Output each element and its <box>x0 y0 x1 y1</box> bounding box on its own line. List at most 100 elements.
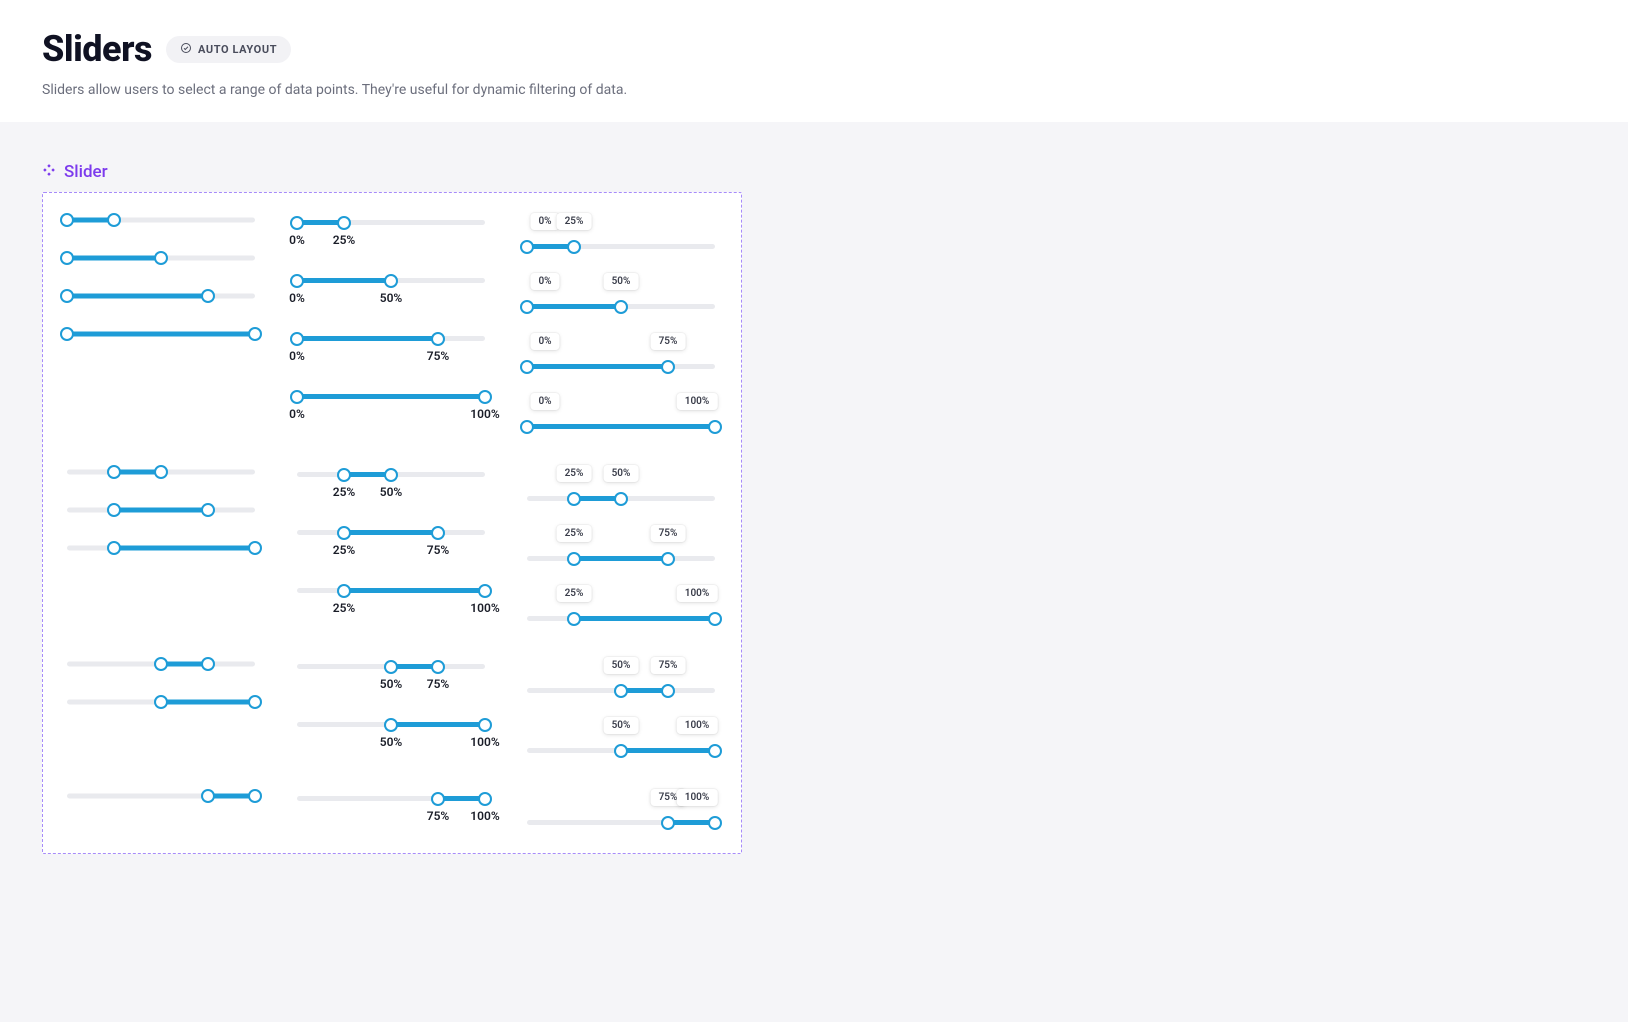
slider-handle-start[interactable] <box>60 213 74 227</box>
slider-handle-start[interactable] <box>567 612 581 626</box>
slider-handle-end[interactable] <box>478 390 492 404</box>
range-slider[interactable] <box>67 695 255 709</box>
slider-handle-end[interactable] <box>337 216 351 230</box>
range-slider[interactable]: 50%75% <box>297 657 485 691</box>
slider-handle-end[interactable] <box>661 684 675 698</box>
range-slider[interactable]: 75%100% <box>527 789 715 829</box>
range-slider[interactable]: 0%50% <box>527 273 715 313</box>
slider-handle-start[interactable] <box>60 289 74 303</box>
range-slider[interactable]: 50%100% <box>297 715 485 749</box>
slider-handle-start[interactable] <box>290 216 304 230</box>
slider-handle-end[interactable] <box>661 360 675 374</box>
slider-handle-end[interactable] <box>107 213 121 227</box>
slider-handle-end[interactable] <box>154 465 168 479</box>
slider-handle-end[interactable] <box>431 660 445 674</box>
slider-handle-end[interactable] <box>478 718 492 732</box>
range-slider[interactable]: 0%25% <box>297 213 485 247</box>
range-slider[interactable]: 25%75% <box>527 525 715 565</box>
range-slider[interactable]: 25%50% <box>297 465 485 499</box>
range-slider[interactable]: 25%100% <box>527 585 715 625</box>
slider-handle-start[interactable] <box>520 240 534 254</box>
slider-handle-end[interactable] <box>567 240 581 254</box>
slider-handle-start[interactable] <box>201 789 215 803</box>
slider-handle-start[interactable] <box>661 816 675 830</box>
range-slider[interactable]: 0%75% <box>527 333 715 373</box>
slider-handle-start[interactable] <box>60 251 74 265</box>
range-slider[interactable]: 50%75% <box>527 657 715 697</box>
slider-handle-end[interactable] <box>248 695 262 709</box>
range-slider[interactable] <box>67 251 255 265</box>
slider-handle-end[interactable] <box>384 468 398 482</box>
range-slider[interactable]: 0%100% <box>297 387 485 421</box>
range-slider[interactable]: 75%100% <box>297 789 485 823</box>
slider-handle-start[interactable] <box>290 390 304 404</box>
slider-handle-end[interactable] <box>248 789 262 803</box>
slider-handle-start[interactable] <box>290 274 304 288</box>
slider-handle-start[interactable] <box>290 332 304 346</box>
range-slider[interactable]: 50%100% <box>527 717 715 757</box>
range-slider[interactable]: 0%100% <box>527 393 715 433</box>
page-title: Sliders <box>42 28 152 70</box>
range-slider[interactable] <box>67 465 255 479</box>
range-slider[interactable]: 25%50% <box>527 465 715 505</box>
slider-handle-start[interactable] <box>107 465 121 479</box>
slider-handle-end[interactable] <box>478 792 492 806</box>
slider-handle-end[interactable] <box>154 251 168 265</box>
slider-handle-start[interactable] <box>567 492 581 506</box>
slider-handle-start[interactable] <box>154 657 168 671</box>
slider-handle-start[interactable] <box>520 420 534 434</box>
slider-label-end: 25% <box>333 233 356 247</box>
slider-label-end: 50% <box>380 485 403 499</box>
slider-column-plain <box>67 213 255 433</box>
range-slider[interactable]: 0%25% <box>527 213 715 253</box>
slider-handle-end[interactable] <box>384 274 398 288</box>
slider-handle-end[interactable] <box>201 289 215 303</box>
range-slider[interactable]: 25%100% <box>297 581 485 615</box>
slider-handle-end[interactable] <box>661 552 675 566</box>
slider-handle-end[interactable] <box>478 584 492 598</box>
range-slider[interactable] <box>67 213 255 227</box>
slider-handle-start[interactable] <box>60 327 74 341</box>
slider-handle-end[interactable] <box>248 327 262 341</box>
slider-handle-start[interactable] <box>520 300 534 314</box>
slider-fill <box>391 722 485 727</box>
slider-row: 50%75% 50%100% 50%75% 50%100% <box>67 657 717 757</box>
range-slider[interactable] <box>67 503 255 517</box>
slider-handle-end[interactable] <box>431 526 445 540</box>
slider-tooltip-end: 50% <box>604 273 639 290</box>
slider-handle-start[interactable] <box>614 684 628 698</box>
range-slider[interactable]: 0%50% <box>297 271 485 305</box>
slider-handle-end[interactable] <box>708 420 722 434</box>
range-slider[interactable] <box>67 657 255 671</box>
range-slider[interactable]: 0%75% <box>297 329 485 363</box>
slider-handle-start[interactable] <box>520 360 534 374</box>
range-slider[interactable] <box>67 541 255 555</box>
slider-handle-end[interactable] <box>201 503 215 517</box>
range-slider[interactable] <box>67 289 255 303</box>
slider-handle-end[interactable] <box>614 300 628 314</box>
slider-handle-start[interactable] <box>337 584 351 598</box>
slider-handle-start[interactable] <box>337 526 351 540</box>
slider-fill <box>67 294 208 299</box>
slider-handle-end[interactable] <box>708 816 722 830</box>
slider-handle-start[interactable] <box>107 503 121 517</box>
slider-handle-end[interactable] <box>708 744 722 758</box>
slider-handle-end[interactable] <box>201 657 215 671</box>
slider-handle-end[interactable] <box>431 332 445 346</box>
slider-handle-start[interactable] <box>154 695 168 709</box>
slider-handle-start[interactable] <box>384 718 398 732</box>
slider-tooltip-start: 0% <box>530 333 559 350</box>
slider-handle-start[interactable] <box>614 744 628 758</box>
slider-handle-start[interactable] <box>431 792 445 806</box>
range-slider[interactable] <box>67 327 255 341</box>
slider-handle-start[interactable] <box>384 660 398 674</box>
slider-handle-start[interactable] <box>337 468 351 482</box>
slider-handle-start[interactable] <box>107 541 121 555</box>
slider-handle-start[interactable] <box>567 552 581 566</box>
slider-handle-end[interactable] <box>248 541 262 555</box>
slider-handle-end[interactable] <box>708 612 722 626</box>
slider-handle-end[interactable] <box>614 492 628 506</box>
range-slider[interactable]: 25%75% <box>297 523 485 557</box>
range-slider[interactable] <box>67 789 255 803</box>
slider-tooltip-start: 50% <box>604 657 639 674</box>
